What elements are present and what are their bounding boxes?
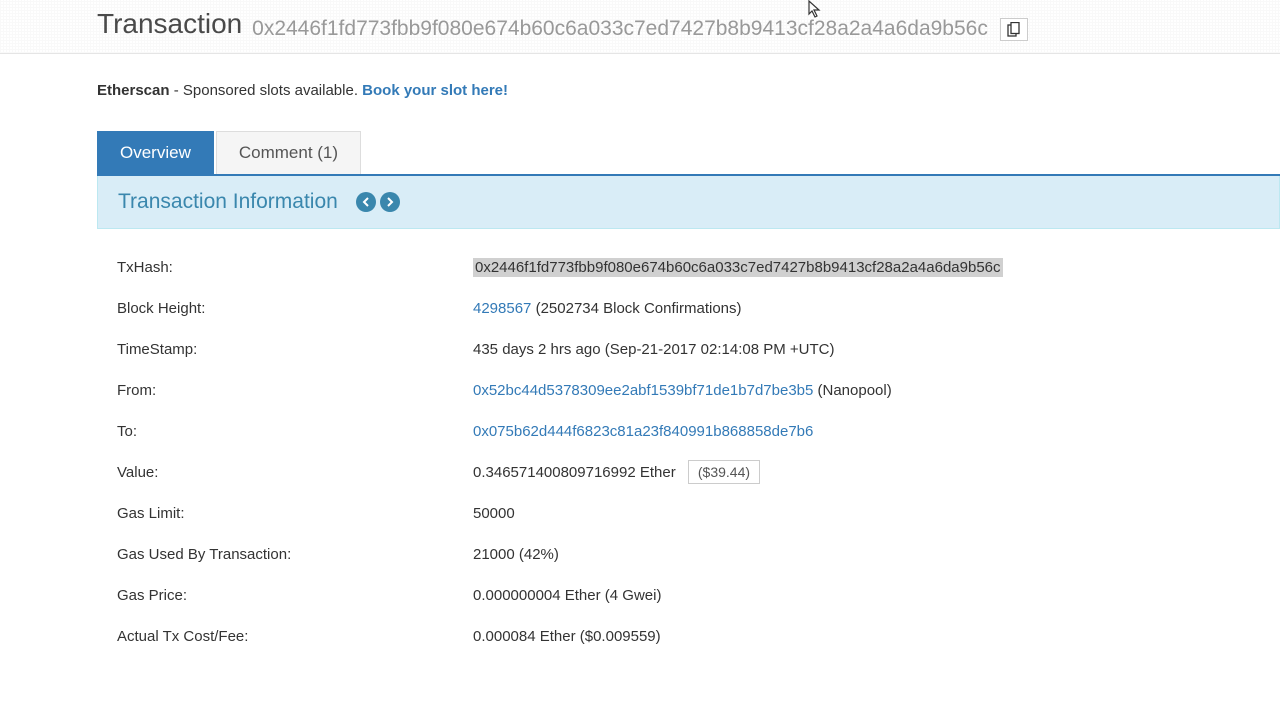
row-gas-limit: Gas Limit: 50000 bbox=[117, 505, 1260, 522]
value-ether: 0.346571400809716992 Ether bbox=[473, 464, 676, 481]
from-address-link[interactable]: 0x52bc44d5378309ee2abf1539bf71de1b7d7be3… bbox=[473, 382, 813, 399]
copy-button[interactable] bbox=[1000, 18, 1028, 41]
value-txhash: 0x2446f1fd773fbb9f080e674b60c6a033c7ed74… bbox=[473, 258, 1003, 277]
row-block-height: Block Height: 4298567 (2502734 Block Con… bbox=[117, 300, 1260, 317]
panel-title: Transaction Information bbox=[118, 190, 338, 214]
tab-overview[interactable]: Overview bbox=[97, 131, 214, 174]
label-block-height: Block Height: bbox=[117, 300, 473, 317]
value-timestamp: 435 days 2 hrs ago (Sep-21-2017 02:14:08… bbox=[473, 341, 1260, 358]
label-txhash: TxHash: bbox=[117, 259, 473, 276]
label-gas-used: Gas Used By Transaction: bbox=[117, 546, 473, 563]
label-gas-limit: Gas Limit: bbox=[117, 505, 473, 522]
sponsor-banner: Etherscan - Sponsored slots available. B… bbox=[97, 82, 1280, 99]
chevron-left-icon bbox=[362, 197, 370, 207]
to-address-link[interactable]: 0x075b62d444f6823c81a23f840991b868858de7… bbox=[473, 423, 813, 440]
label-timestamp: TimeStamp: bbox=[117, 341, 473, 358]
label-to: To: bbox=[117, 423, 473, 440]
row-value: Value: 0.346571400809716992 Ether ($39.4… bbox=[117, 464, 1260, 481]
transaction-details: TxHash: 0x2446f1fd773fbb9f080e674b60c6a0… bbox=[97, 229, 1280, 679]
sponsor-brand: Etherscan bbox=[97, 82, 170, 99]
row-actual-cost: Actual Tx Cost/Fee: 0.000084 Ether ($0.0… bbox=[117, 628, 1260, 645]
row-gas-price: Gas Price: 0.000000004 Ether (4 Gwei) bbox=[117, 587, 1260, 604]
tab-bar: Overview Comment (1) bbox=[97, 131, 1280, 176]
block-height-link[interactable]: 4298567 bbox=[473, 300, 531, 317]
label-from: From: bbox=[117, 382, 473, 399]
panel-header: Transaction Information bbox=[97, 176, 1280, 229]
prev-tx-button[interactable] bbox=[356, 192, 376, 212]
value-gas-limit: 50000 bbox=[473, 505, 1260, 522]
chevron-right-icon bbox=[386, 197, 394, 207]
page-title: Transaction bbox=[97, 8, 242, 39]
row-timestamp: TimeStamp: 435 days 2 hrs ago (Sep-21-20… bbox=[117, 341, 1260, 358]
page-header: Transaction 0x2446f1fd773fbb9f080e674b60… bbox=[0, 0, 1280, 54]
sponsor-link[interactable]: Book your slot here! bbox=[362, 82, 508, 99]
sponsor-text: - Sponsored slots available. bbox=[170, 82, 363, 99]
row-to: To: 0x075b62d444f6823c81a23f840991b86885… bbox=[117, 423, 1260, 440]
label-value: Value: bbox=[117, 464, 473, 481]
row-txhash: TxHash: 0x2446f1fd773fbb9f080e674b60c6a0… bbox=[117, 259, 1260, 276]
next-tx-button[interactable] bbox=[380, 192, 400, 212]
tab-comment[interactable]: Comment (1) bbox=[216, 131, 361, 174]
row-gas-used: Gas Used By Transaction: 21000 (42%) bbox=[117, 546, 1260, 563]
row-from: From: 0x52bc44d5378309ee2abf1539bf71de1b… bbox=[117, 382, 1260, 399]
copy-icon bbox=[1007, 22, 1021, 37]
label-gas-price: Gas Price: bbox=[117, 587, 473, 604]
value-gas-price: 0.000000004 Ether (4 Gwei) bbox=[473, 587, 1260, 604]
value-usd: ($39.44) bbox=[688, 460, 760, 484]
from-label: (Nanopool) bbox=[813, 382, 891, 399]
header-tx-hash: 0x2446f1fd773fbb9f080e674b60c6a033c7ed74… bbox=[252, 17, 988, 40]
value-actual-cost: 0.000084 Ether ($0.009559) bbox=[473, 628, 1260, 645]
value-gas-used: 21000 (42%) bbox=[473, 546, 1260, 563]
block-confirmations: (2502734 Block Confirmations) bbox=[531, 300, 741, 317]
label-actual-cost: Actual Tx Cost/Fee: bbox=[117, 628, 473, 645]
